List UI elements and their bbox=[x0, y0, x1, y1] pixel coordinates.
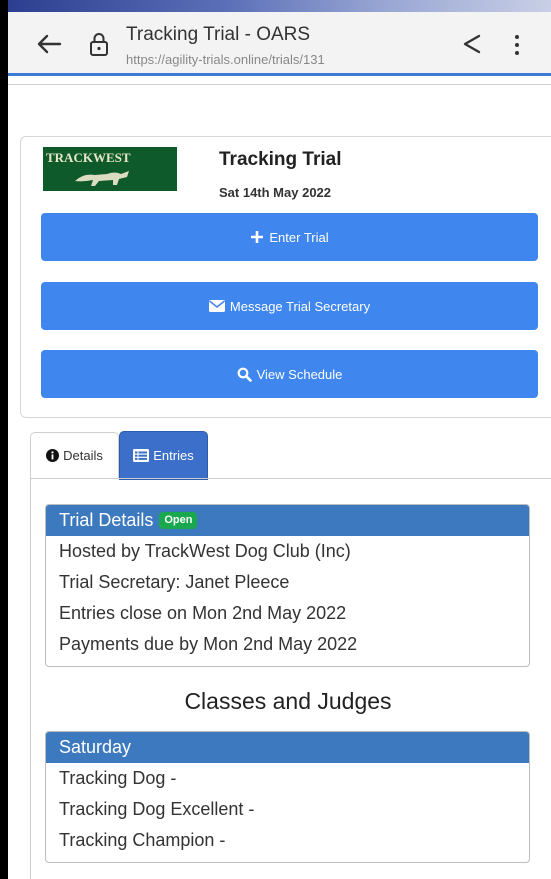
list-item: Tracking Champion - bbox=[59, 830, 226, 850]
back-arrow-icon[interactable] bbox=[36, 32, 62, 56]
enter-trial-button[interactable]: Enter Trial bbox=[41, 213, 538, 261]
trial-details-panel: Trial Details Open Hosted by TrackWest D… bbox=[45, 504, 530, 667]
lock-icon[interactable] bbox=[88, 32, 110, 56]
list-item: Payments due by Mon 2nd May 2022 bbox=[59, 634, 358, 654]
trial-card: TRACKWEST Tracking Trial Sat 14th May 20… bbox=[20, 136, 551, 418]
logo-text: TRACKWEST bbox=[46, 150, 131, 165]
tab-entries-label: Entries bbox=[153, 448, 194, 463]
plus-icon bbox=[251, 231, 264, 243]
trial-details-header: Trial Details Open bbox=[46, 505, 529, 536]
trackwest-logo: TRACKWEST bbox=[43, 147, 177, 191]
tab-details[interactable]: Details bbox=[30, 432, 119, 478]
list-item: Hosted by TrackWest Dog Club (Inc) bbox=[59, 541, 351, 561]
day-heading: Saturday bbox=[59, 737, 132, 757]
day-header: Saturday bbox=[46, 732, 529, 763]
status-badge: Open bbox=[159, 512, 198, 529]
dog-silhouette-icon bbox=[75, 171, 129, 186]
window-edge bbox=[0, 0, 8, 879]
classes-heading: Classes and Judges bbox=[184, 688, 392, 714]
list-icon bbox=[133, 449, 150, 462]
top-banner-strip bbox=[8, 0, 551, 12]
tab-entries[interactable]: Entries bbox=[119, 431, 208, 480]
search-icon bbox=[237, 367, 252, 382]
trial-title: Tracking Trial bbox=[219, 149, 342, 170]
list-item: Trial Secretary: Janet Pleece bbox=[59, 572, 290, 592]
trial-date: Sat 14th May 2022 bbox=[219, 185, 332, 200]
share-icon[interactable] bbox=[460, 32, 484, 56]
trial-details-heading: Trial Details bbox=[59, 510, 154, 530]
list-item: Tracking Dog Excellent - bbox=[59, 799, 255, 819]
message-secretary-label: Message Trial Secretary bbox=[229, 298, 371, 314]
view-schedule-label: View Schedule bbox=[256, 366, 343, 382]
overflow-menu-icon[interactable] bbox=[513, 34, 521, 56]
page-url[interactable]: https://agility-trials.online/trials/131 bbox=[126, 52, 325, 67]
message-secretary-button[interactable]: Message Trial Secretary bbox=[41, 282, 538, 330]
enter-trial-label: Enter Trial bbox=[269, 229, 329, 245]
browser-url-bar: Tracking Trial - OARS https://agility-tr… bbox=[8, 12, 551, 76]
page-title[interactable]: Tracking Trial - OARS bbox=[126, 24, 310, 46]
info-circle-icon bbox=[46, 449, 60, 462]
tab-details-label: Details bbox=[63, 448, 103, 463]
list-item: Tracking Dog - bbox=[59, 768, 177, 788]
saturday-classes-panel: Saturday Tracking Dog - Tracking Dog Exc… bbox=[45, 731, 530, 863]
page-divider bbox=[8, 84, 551, 85]
envelope-icon bbox=[208, 300, 225, 312]
view-schedule-button[interactable]: View Schedule bbox=[41, 350, 538, 398]
list-item: Entries close on Mon 2nd May 2022 bbox=[59, 603, 347, 623]
